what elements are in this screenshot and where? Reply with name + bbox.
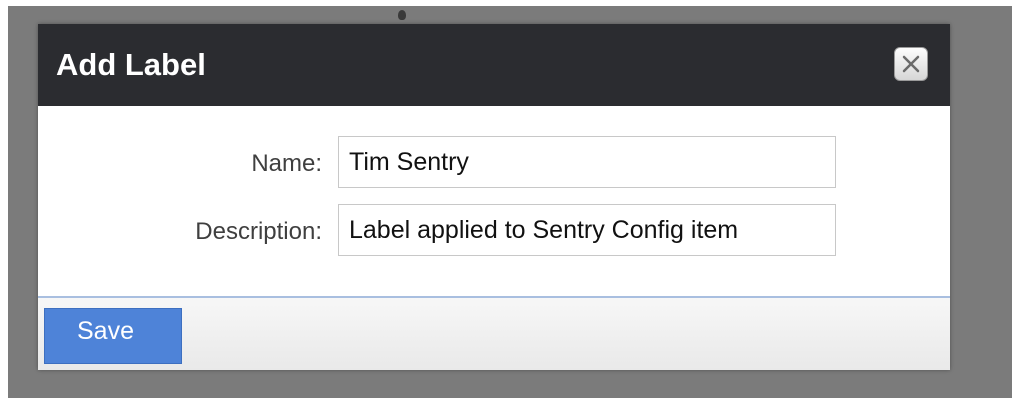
name-field-label: Name: <box>251 150 322 177</box>
close-button[interactable] <box>894 47 928 81</box>
save-button[interactable]: Save <box>44 308 182 364</box>
name-field[interactable] <box>338 136 836 188</box>
description-field-label: Description: <box>195 218 322 245</box>
dialog-title: Add Label <box>56 47 206 82</box>
dialog-titlebar: Add Label <box>38 24 950 106</box>
dialog-footer: Save <box>38 298 950 370</box>
add-label-dialog: Add Label Name: Description: Save <box>38 24 950 370</box>
background-page-fragment <box>398 10 406 20</box>
label-form: Name: Description: <box>38 106 950 296</box>
close-icon <box>900 53 922 75</box>
description-field[interactable] <box>338 204 836 256</box>
